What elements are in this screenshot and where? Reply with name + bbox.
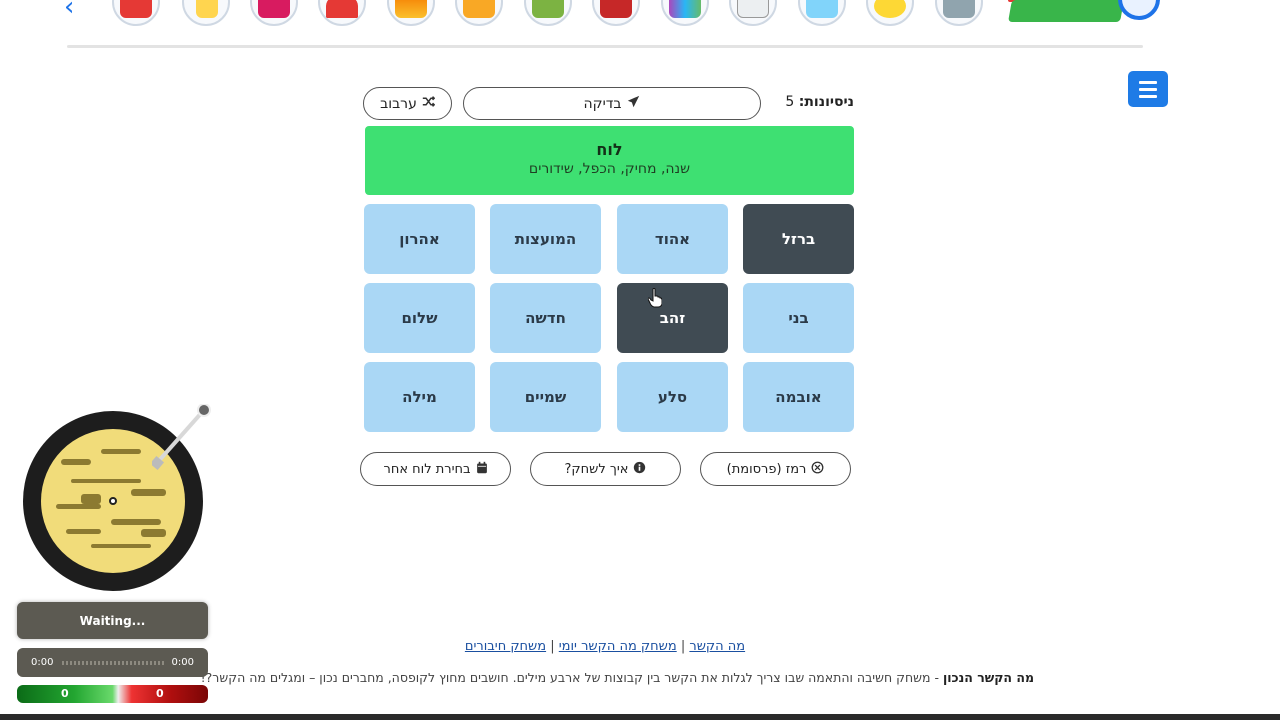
word-tile[interactable]: שמיים	[490, 362, 601, 432]
chevron-left-icon[interactable]: ‹	[64, 0, 86, 22]
footer-description-title: מה הקשר הנכון	[942, 670, 1034, 685]
footer-separator: |	[550, 639, 555, 654]
hint-button[interactable]: רמז (פרסומת)	[700, 452, 851, 486]
word-tile[interactable]: שלום	[364, 283, 475, 353]
hand-cursor-icon	[648, 288, 662, 308]
taskbar-edge	[0, 714, 1280, 720]
paper-plane-icon	[627, 95, 640, 112]
footer-description-text: - משחק חשיבה והתאמה שבו צריך לגלות את הק…	[200, 670, 943, 685]
cloud-icon[interactable]	[729, 0, 777, 26]
check-button[interactable]: בדיקה	[463, 87, 761, 120]
player-status: Waiting...	[17, 602, 208, 639]
lightbulb-icon[interactable]	[182, 0, 230, 26]
info-icon	[633, 461, 646, 478]
pie-chart-icon[interactable]	[318, 0, 366, 26]
stack-icon[interactable]	[387, 0, 435, 26]
footer-link-connection[interactable]: מה הקשר	[689, 639, 745, 654]
robot-icon[interactable]	[455, 0, 503, 26]
palette-icon[interactable]	[661, 0, 709, 26]
shuffle-label: ערבוב	[380, 95, 417, 112]
camera-icon[interactable]	[250, 0, 298, 26]
choose-board-label: בחירת לוח אחר	[383, 461, 471, 477]
check-label: בדיקה	[583, 95, 622, 112]
word-tile[interactable]: אובמה	[743, 362, 854, 432]
footer-description: מה הקשר הנכון - משחק חשיבה והתאמה שבו צר…	[170, 669, 1034, 705]
solved-group-title: לוח	[596, 140, 623, 159]
player-timeline[interactable]: 0:00 0:00	[17, 648, 208, 677]
gamepad-icon[interactable]	[935, 0, 983, 26]
timeline-track[interactable]	[62, 661, 164, 665]
menu-button[interactable]	[1128, 71, 1168, 107]
tonearm-icon	[152, 404, 211, 471]
time-current: 0:00	[31, 657, 54, 668]
word-tile[interactable]: אהוד	[617, 204, 728, 274]
characters-icon[interactable]	[112, 0, 160, 26]
solved-group-words: שנה, מחיק, הכפל, שידורים	[528, 161, 691, 177]
picture-icon[interactable]	[524, 0, 572, 26]
word-tile[interactable]: בני	[743, 283, 854, 353]
footer-link-connections[interactable]: משחק חיבורים	[465, 639, 546, 654]
site-logo[interactable]	[1006, 0, 1160, 32]
attempts-label: ניסיונות:	[798, 94, 854, 110]
word-tile[interactable]: מילה	[364, 362, 475, 432]
header-divider	[67, 45, 1143, 48]
score-left: 0	[61, 687, 69, 700]
footer-link-daily[interactable]: משחק מה הקשר יומי	[559, 639, 677, 654]
solved-group: לוח שנה, מחיק, הכפל, שידורים	[365, 126, 854, 195]
word-tile[interactable]: המועצות	[490, 204, 601, 274]
how-to-play-label: איך לשחק?	[564, 461, 629, 477]
top-icon-strip: ‹	[0, 0, 1280, 48]
attempts-value: 5	[785, 94, 795, 110]
shuffle-button[interactable]: ערבוב	[363, 87, 452, 120]
record-center-hole	[109, 497, 117, 505]
score-bar: 0 0	[17, 685, 208, 703]
hint-label: רמז (פרסומת)	[726, 461, 807, 477]
word-grid: ברזל אהוד המועצות אהרון בני זהב חדשה שלו…	[364, 204, 854, 432]
attempts-counter: ניסיונות: 5	[770, 94, 854, 114]
smiley-icon[interactable]	[866, 0, 914, 26]
year-2026-icon[interactable]	[592, 0, 640, 26]
word-tile[interactable]: סלע	[617, 362, 728, 432]
word-tile[interactable]: אהרון	[364, 204, 475, 274]
footer-separator: |	[680, 639, 686, 654]
score-right: 0	[156, 687, 164, 700]
word-tile[interactable]: חדשה	[490, 283, 601, 353]
circle-x-icon	[811, 461, 824, 478]
time-total: 0:00	[171, 657, 194, 668]
choose-board-button[interactable]: בחירת לוח אחר	[360, 452, 511, 486]
how-to-play-button[interactable]: איך לשחק?	[530, 452, 681, 486]
word-tile[interactable]: ברזל	[743, 204, 854, 274]
shuffle-icon	[422, 95, 436, 112]
footer-links: מה הקשר | משחק מה הקשר יומי | משחק חיבור…	[360, 639, 850, 657]
question-icon[interactable]	[798, 0, 846, 26]
word-tile[interactable]: זהב	[617, 283, 728, 353]
calendar-icon	[476, 461, 488, 478]
